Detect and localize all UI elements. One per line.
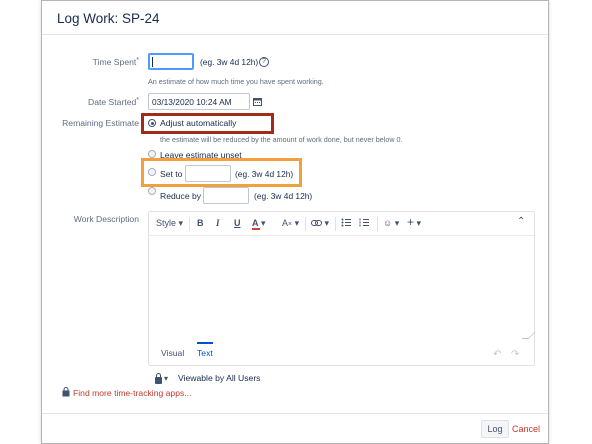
time-spent-label-wrap: Time Spent* bbox=[42, 57, 139, 69]
chevron-up-icon: ⌃ bbox=[517, 216, 526, 227]
help-icon[interactable]: ? bbox=[259, 57, 269, 67]
calendar-icon[interactable] bbox=[253, 97, 262, 106]
required-mark: * bbox=[136, 97, 139, 104]
style-dropdown[interactable]: Style ▾ bbox=[156, 218, 183, 229]
editor-toolbar: Style ▾ B I U A ▾ A× ▾ ▾ ☺ ▾ + ▾ ⌃ bbox=[149, 212, 534, 236]
date-started-label: Date Started* bbox=[88, 97, 139, 107]
visibility-dropdown[interactable]: ▾ bbox=[155, 373, 173, 384]
date-started-label-wrap: Date Started* bbox=[42, 97, 139, 109]
emoji-button[interactable]: ☺ ▾ bbox=[383, 218, 399, 229]
reduce-by-input[interactable] bbox=[203, 187, 249, 204]
work-description-label: Work Description bbox=[73, 214, 139, 224]
toolbar-divider bbox=[189, 217, 190, 231]
numbered-list-button[interactable] bbox=[359, 218, 369, 229]
time-spent-hint: (eg. 3w 4d 12h) bbox=[200, 57, 259, 67]
radio-reduce-by[interactable] bbox=[148, 187, 156, 195]
bullet-list-icon bbox=[341, 218, 351, 229]
lock-icon bbox=[155, 373, 162, 384]
cancel-link[interactable]: Cancel bbox=[512, 424, 540, 434]
tab-text[interactable]: Text bbox=[197, 342, 213, 358]
date-started-value: 03/13/2020 10:24 AM bbox=[152, 97, 232, 107]
undo-icon[interactable]: ↶ bbox=[493, 349, 501, 360]
rich-text-editor[interactable]: Style ▾ B I U A ▾ A× ▾ ▾ ☺ ▾ + ▾ ⌃ Visua… bbox=[148, 211, 536, 366]
italic-button[interactable]: I bbox=[216, 218, 220, 228]
bold-button[interactable]: B bbox=[197, 218, 204, 228]
plugin-icon bbox=[62, 387, 70, 397]
option-label-reduce-by[interactable]: Reduce by bbox=[160, 191, 201, 201]
work-description-label-wrap: Work Description bbox=[42, 214, 139, 226]
text-color-button[interactable]: A ▾ bbox=[252, 218, 266, 230]
text-caret bbox=[152, 57, 153, 67]
toolbar-divider bbox=[335, 217, 336, 231]
date-started-input[interactable]: 03/13/2020 10:24 AM bbox=[148, 93, 250, 110]
log-work-dialog: Log Work: SP-24 Time Spent* (eg. 3w 4d 1… bbox=[41, 0, 549, 444]
resize-handle[interactable] bbox=[521, 332, 536, 339]
remaining-estimate-label-wrap: Remaining Estimate bbox=[42, 118, 139, 130]
highlight-box-orange bbox=[141, 158, 302, 187]
radio-leave-estimate-unset[interactable] bbox=[148, 150, 156, 158]
time-spent-description: An estimate of how much time you have sp… bbox=[148, 77, 324, 86]
adjust-automatically-description: the estimate will be reduced by the amou… bbox=[160, 135, 403, 144]
collapse-toolbar-button[interactable]: ⌃ bbox=[517, 216, 525, 227]
underline-button[interactable]: U bbox=[234, 218, 241, 228]
reduce-by-hint: (eg. 3w 4d 12h) bbox=[254, 191, 313, 201]
bullet-list-button[interactable] bbox=[341, 218, 351, 229]
toolbar-divider bbox=[305, 217, 306, 231]
required-mark: * bbox=[136, 57, 139, 64]
emoji-icon: ☺ bbox=[383, 218, 393, 228]
dialog-title: Log Work: SP-24 bbox=[57, 11, 160, 26]
remaining-estimate-label: Remaining Estimate bbox=[62, 118, 139, 128]
dialog-header: Log Work: SP-24 bbox=[42, 1, 548, 35]
dialog-footer: Log Cancel bbox=[42, 413, 548, 443]
time-spent-label: Time Spent* bbox=[92, 57, 139, 67]
visibility-label: Viewable by All Users bbox=[178, 373, 261, 383]
link-button[interactable]: ▾ bbox=[311, 218, 329, 229]
log-button[interactable]: Log bbox=[481, 420, 509, 438]
chevron-down-icon: ▾ bbox=[164, 374, 169, 383]
time-spent-input[interactable] bbox=[148, 53, 194, 70]
toolbar-divider bbox=[377, 217, 378, 231]
find-time-tracking-apps-link[interactable]: Find more time-tracking apps... bbox=[73, 388, 191, 398]
highlight-box-red bbox=[141, 113, 274, 134]
numbered-list-icon bbox=[359, 218, 369, 229]
link-icon bbox=[311, 219, 322, 229]
insert-button[interactable]: + ▾ bbox=[407, 215, 421, 229]
redo-icon[interactable]: ↷ bbox=[511, 349, 519, 360]
tab-visual[interactable]: Visual bbox=[161, 348, 184, 358]
text-color-swatch bbox=[252, 228, 260, 230]
editor-mode-tabs: Visual Text ↶ ↷ bbox=[149, 341, 534, 365]
plus-icon: + bbox=[407, 215, 415, 229]
more-formatting-button[interactable]: A× ▾ bbox=[282, 218, 299, 229]
